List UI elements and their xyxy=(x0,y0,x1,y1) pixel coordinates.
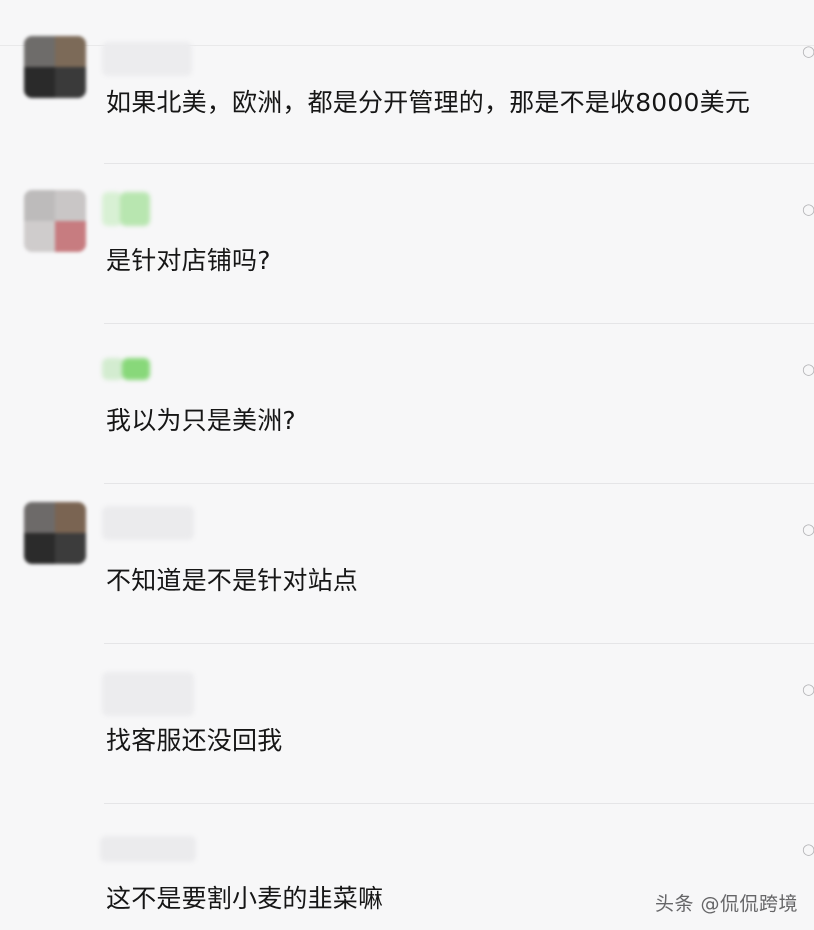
watermark: 头条 @侃侃跨境 xyxy=(654,893,798,915)
avatar[interactable] xyxy=(24,190,86,252)
timestamp-fragment: ○ xyxy=(802,522,814,536)
username-blurred[interactable] xyxy=(100,836,196,862)
username-blurred[interactable] xyxy=(102,672,194,716)
username-blurred[interactable] xyxy=(102,192,152,226)
comment-text: 我以为只是美洲? xyxy=(106,406,296,435)
comment-text: 不知道是不是针对站点 xyxy=(106,566,359,595)
timestamp-fragment: ○ xyxy=(802,362,814,376)
comment-item: ○ 是针对店铺吗? xyxy=(0,164,814,324)
comment-text: 找客服还没回我 xyxy=(106,726,283,755)
username-blurred[interactable] xyxy=(102,506,194,540)
comment-item: ○ 不知道是不是针对站点 xyxy=(0,484,814,644)
timestamp-fragment: ○ xyxy=(802,682,814,696)
comment-item: ○ 我以为只是美洲? xyxy=(0,324,814,484)
comment-text: 是针对店铺吗? xyxy=(106,246,271,275)
comment-item: ○ 找客服还没回我 xyxy=(0,644,814,804)
username-blurred[interactable] xyxy=(102,42,192,76)
timestamp-fragment: ○ xyxy=(802,202,814,216)
timestamp-fragment: ○ xyxy=(802,842,814,856)
comment-item: ○ 如果北美，欧洲，都是分开管理的，那是不是收8000美元 xyxy=(0,4,814,164)
username-blurred[interactable] xyxy=(102,358,150,380)
avatar[interactable] xyxy=(24,502,86,564)
comment-text: 这不是要割小麦的韭菜嘛 xyxy=(106,884,384,913)
avatar[interactable] xyxy=(24,36,86,98)
comment-thread: ○ 如果北美，欧洲，都是分开管理的，那是不是收8000美元 ○ 是针对店铺吗? … xyxy=(0,0,814,930)
timestamp-fragment: ○ xyxy=(802,44,814,58)
comment-text: 如果北美，欧洲，都是分开管理的，那是不是收8000美元 xyxy=(106,88,751,117)
